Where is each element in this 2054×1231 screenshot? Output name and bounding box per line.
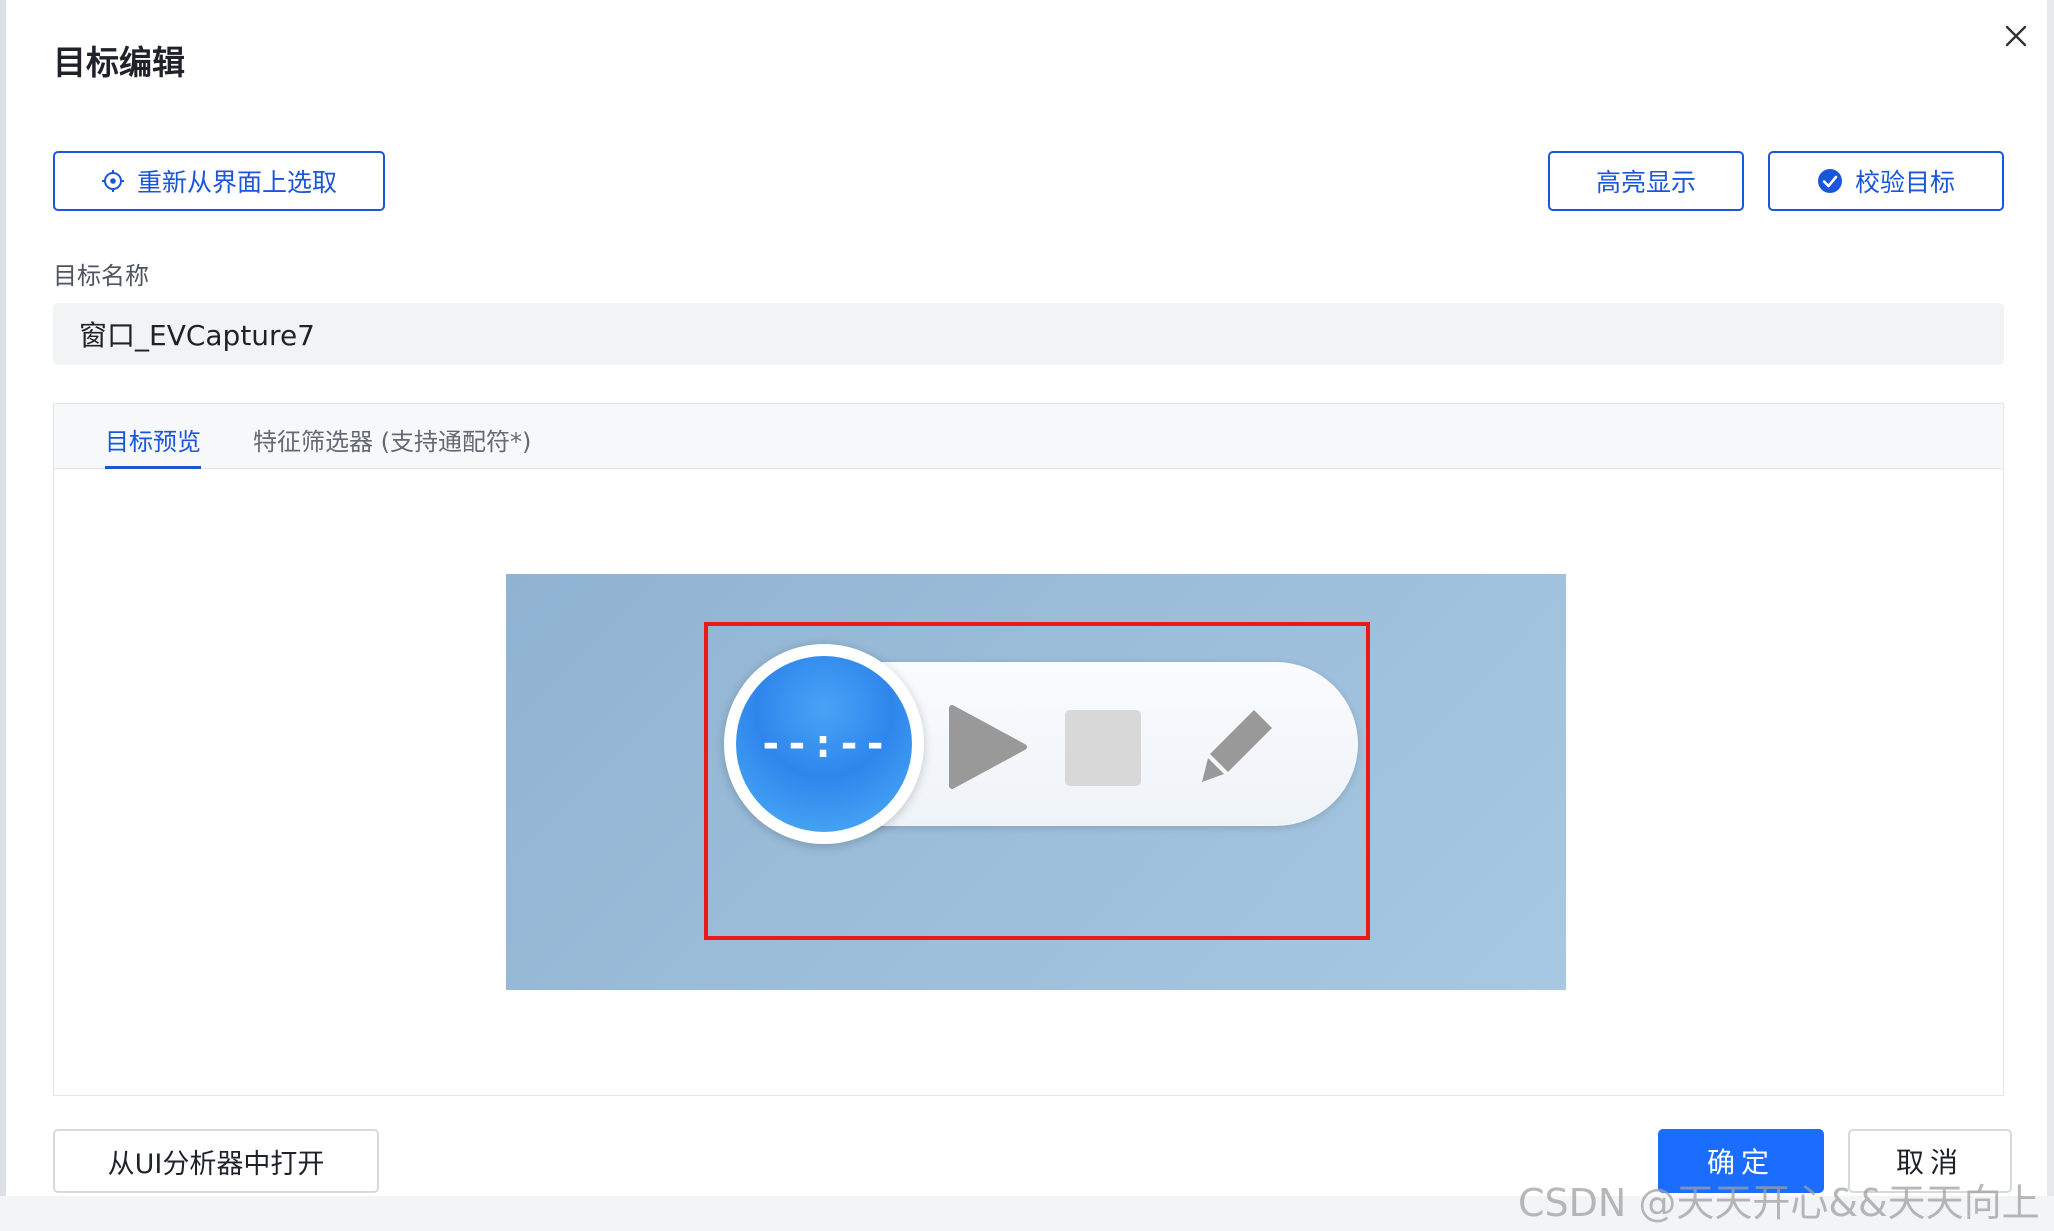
crosshair-icon xyxy=(101,170,124,192)
cancel-label: 取消 xyxy=(1895,1146,1964,1179)
target-name-label: 目标名称 xyxy=(53,262,149,290)
highlight-label: 高亮显示 xyxy=(1595,168,1696,197)
tab-feature-filter[interactable]: 特征筛选器 (支持通配符*) xyxy=(253,422,531,466)
target-name-value: 窗口_EVCapture7 xyxy=(79,319,315,352)
background-page-bottom xyxy=(0,1196,2054,1231)
panel-tabs: 目标预览 特征筛选器 (支持通配符*) xyxy=(54,404,2003,469)
cancel-button[interactable]: 取消 xyxy=(1848,1129,2012,1193)
confirm-button[interactable]: 确定 xyxy=(1658,1129,1824,1193)
dialog-title: 目标编辑 xyxy=(53,43,185,82)
background-page-right xyxy=(2047,0,2054,1231)
target-panel: 目标预览 特征筛选器 (支持通配符*) --:-- xyxy=(53,403,2004,1096)
open-in-ui-analyzer-button[interactable]: 从UI分析器中打开 xyxy=(53,1129,379,1193)
target-edit-dialog: 目标编辑 重新从界面上选取 高亮显示 校验目标 目标名称 窗口_EVCaptur… xyxy=(6,0,2047,1196)
tab-target-preview[interactable]: 目标预览 xyxy=(105,422,201,469)
close-button[interactable] xyxy=(1996,16,2036,56)
reselect-from-ui-button[interactable]: 重新从界面上选取 xyxy=(53,151,385,211)
close-icon xyxy=(2005,25,2027,47)
check-circle-icon xyxy=(1817,169,1842,193)
target-highlight-frame xyxy=(704,622,1370,940)
highlight-button[interactable]: 高亮显示 xyxy=(1548,151,1744,211)
reselect-label: 重新从界面上选取 xyxy=(136,168,337,197)
confirm-label: 确定 xyxy=(1706,1146,1775,1179)
target-name-input[interactable]: 窗口_EVCapture7 xyxy=(53,303,2004,365)
verify-target-button[interactable]: 校验目标 xyxy=(1768,151,2004,211)
analyzer-label: 从UI分析器中打开 xyxy=(107,1148,325,1180)
target-preview-image: --:-- xyxy=(506,574,1566,990)
verify-label: 校验目标 xyxy=(1854,168,1955,197)
